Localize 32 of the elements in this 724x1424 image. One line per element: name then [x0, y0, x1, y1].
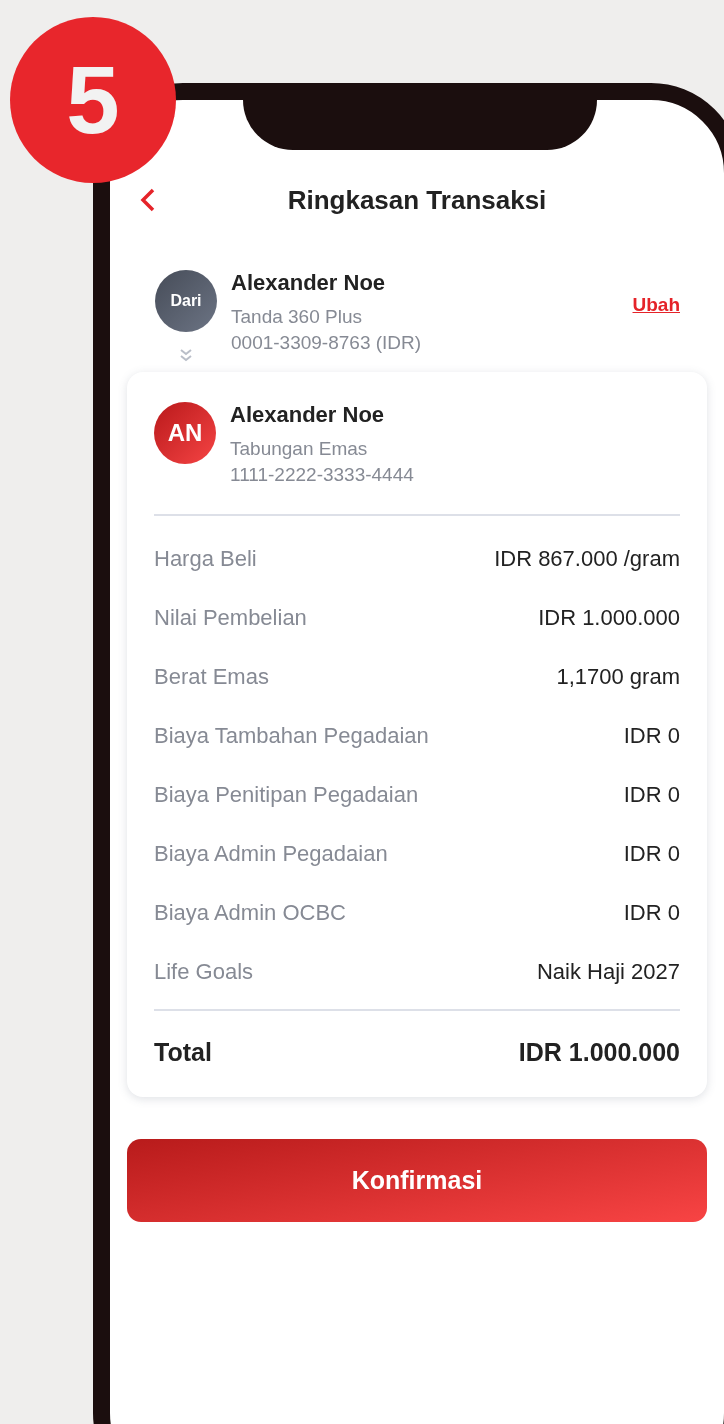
change-link[interactable]: Ubah [632, 294, 680, 316]
detail-label: Biaya Tambahan Pegadaian [154, 723, 429, 749]
total-label: Total [154, 1039, 212, 1065]
detail-label: Life Goals [154, 959, 254, 985]
detail-value: Naik Haji 2027 [536, 959, 680, 985]
detail-label: Harga Beli [154, 546, 257, 572]
detail-value: IDR 867.000 /gram [494, 546, 680, 572]
detail-label: Biaya Admin Pegadaian [154, 841, 388, 867]
detail-value: IDR 1.000.000 [538, 605, 680, 631]
recipient-product: Tabungan Emas [230, 438, 369, 460]
confirm-button[interactable]: Konfirmasi [127, 1139, 707, 1222]
detail-value: IDR 0 [623, 723, 680, 749]
sender-name: Alexander Noe [231, 270, 387, 296]
sender-avatar: Dari [155, 270, 217, 332]
detail-value: IDR 0 [623, 841, 680, 867]
recipient-avatar: AN [154, 402, 216, 464]
recipient-account: 1111-2222-3333-4444 [230, 464, 415, 486]
sender-product: Tanda 360 Plus [231, 306, 363, 328]
screen-title: Ringkasan Transaksi [287, 184, 547, 216]
detail-label: Biaya Penitipan Pegadaian [154, 782, 419, 808]
back-icon[interactable] [140, 188, 156, 212]
detail-label: Biaya Admin OCBC [154, 900, 346, 926]
recipient-name: Alexander Noe [230, 402, 386, 428]
step-badge: 5 [10, 17, 176, 183]
detail-value: IDR 0 [623, 782, 680, 808]
detail-value: 1,1700 gram [556, 664, 680, 690]
total-value: IDR 1.000.000 [518, 1039, 680, 1065]
sender-account: 0001-3309-8763 (IDR) [231, 332, 423, 354]
detail-label: Berat Emas [154, 664, 269, 690]
detail-label: Nilai Pembelian [154, 605, 307, 631]
double-chevron-down-icon [179, 348, 193, 362]
detail-value: IDR 0 [623, 900, 680, 926]
